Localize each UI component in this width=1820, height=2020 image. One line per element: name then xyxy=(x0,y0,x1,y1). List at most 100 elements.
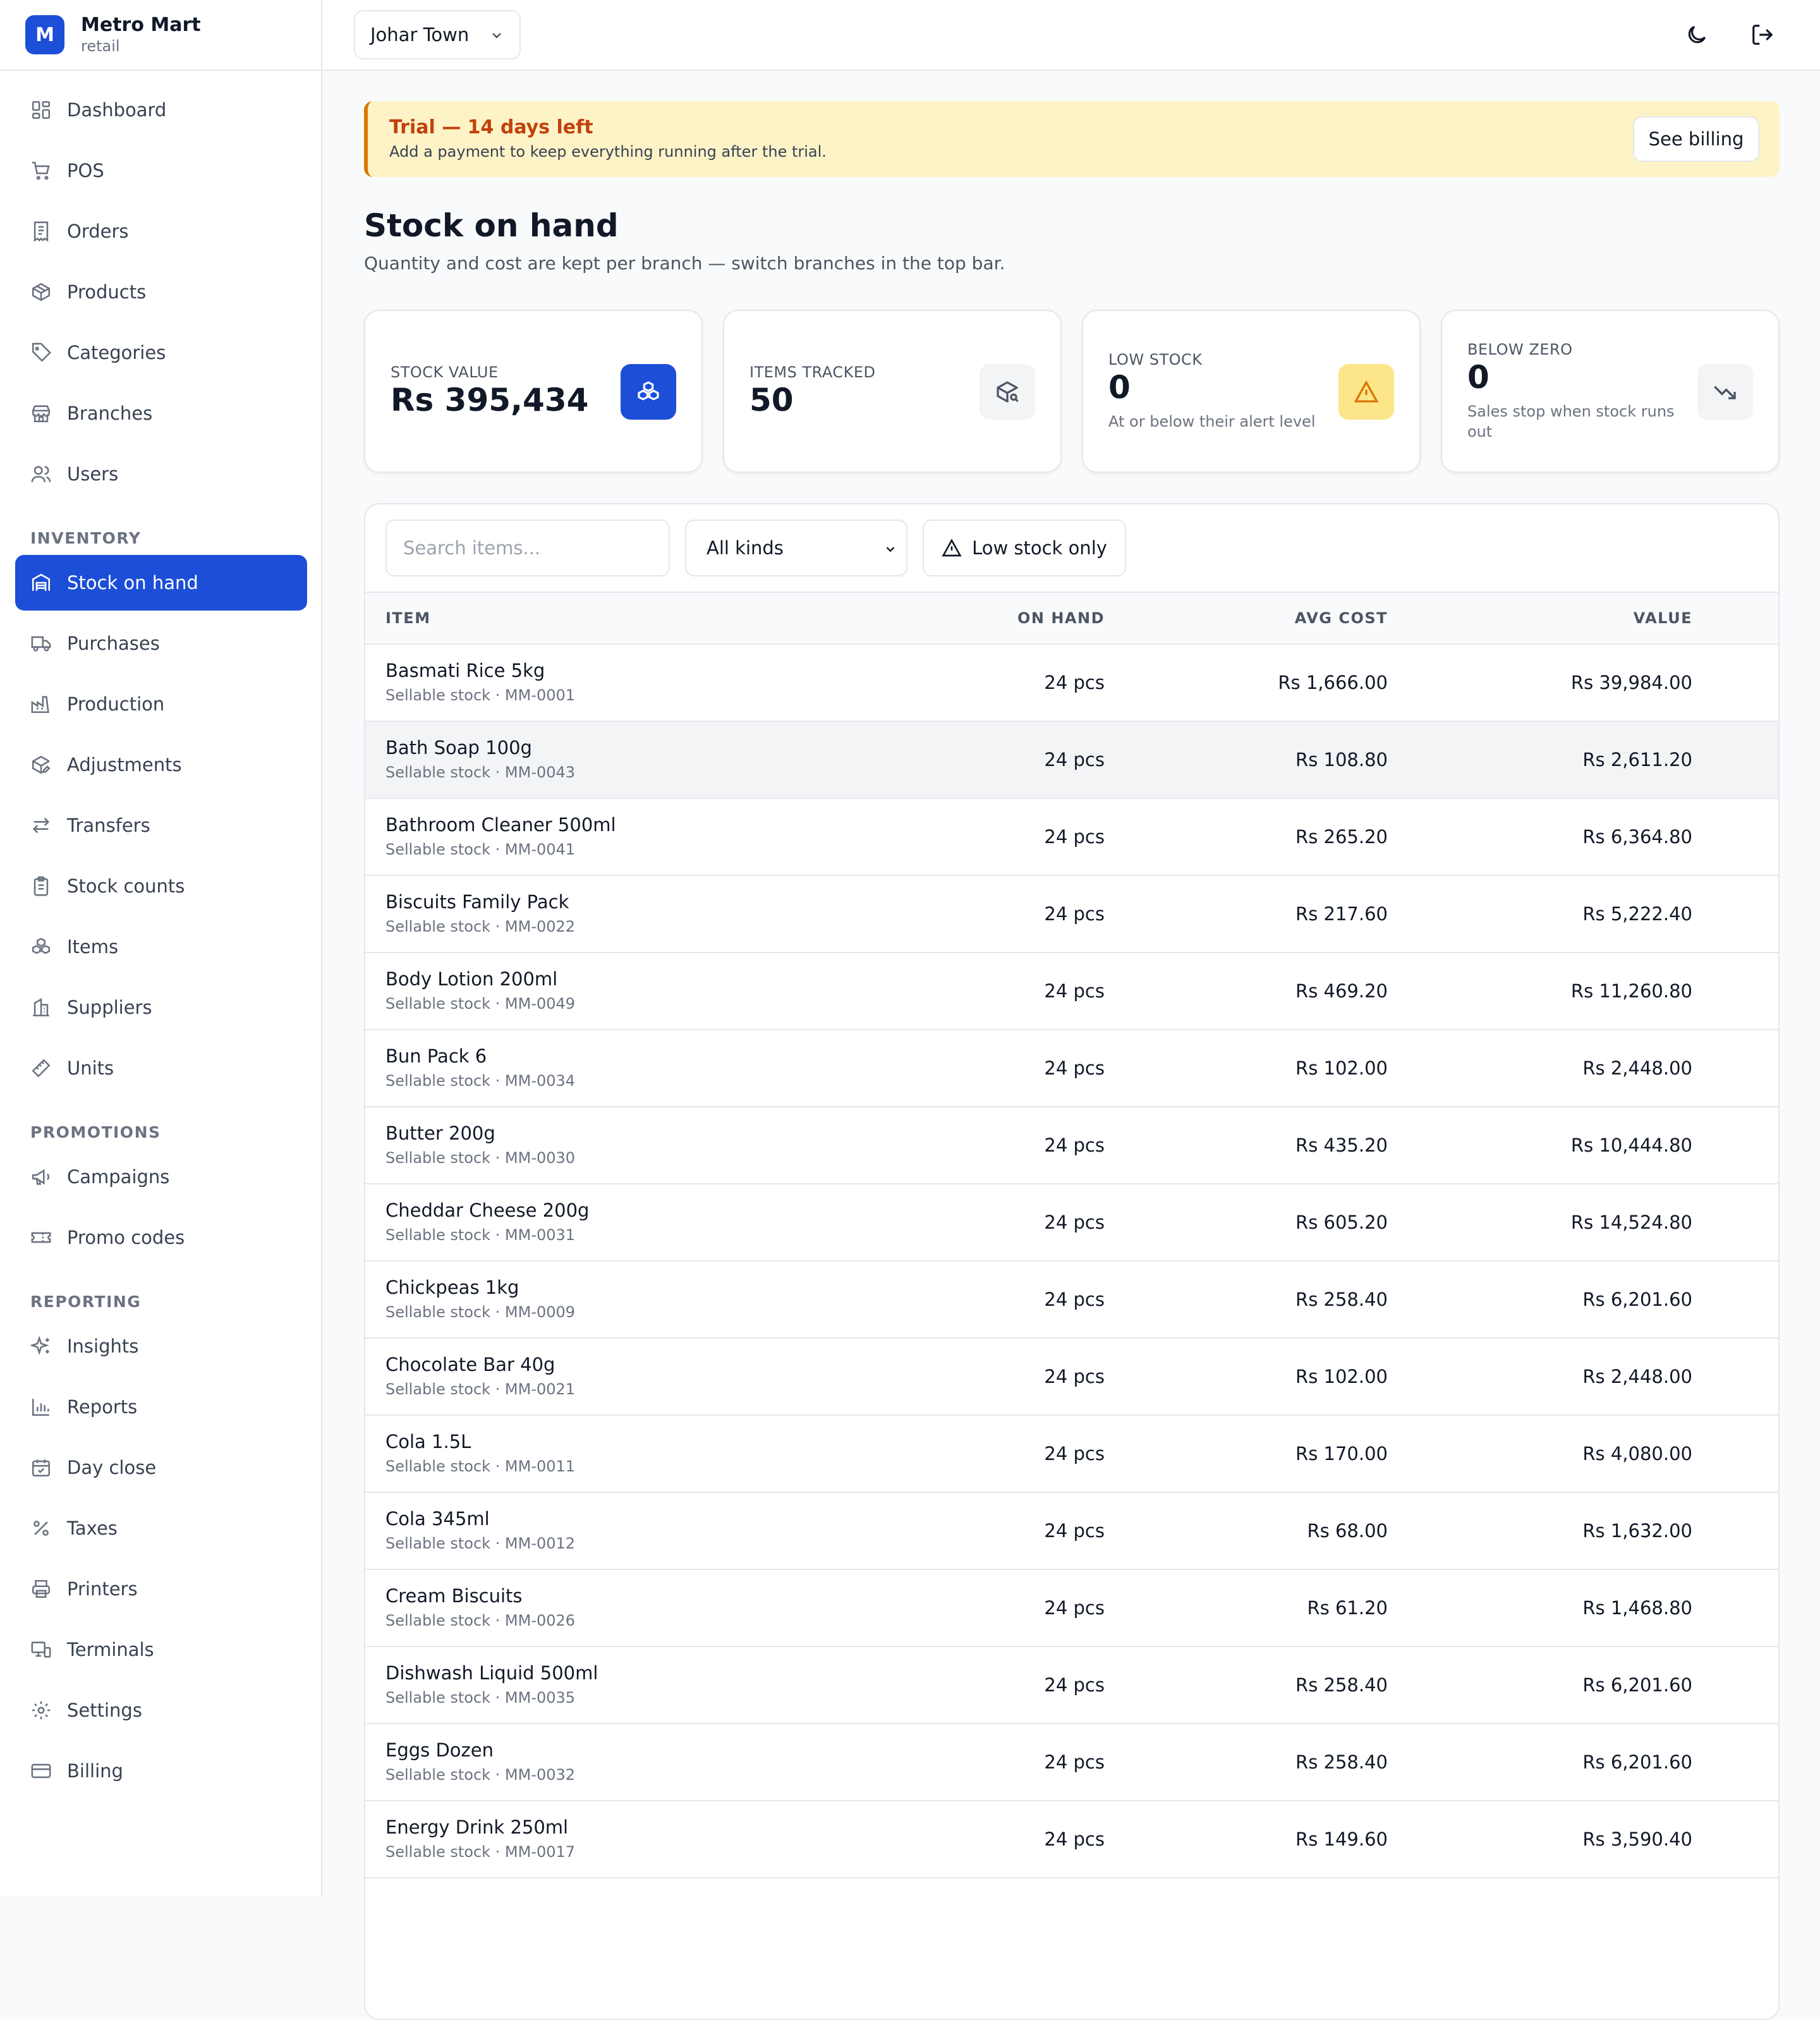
table-row[interactable]: Cream Biscuits Sellable stock · MM-0026 … xyxy=(365,1570,1778,1647)
stock-value: Rs 1,632.00 xyxy=(1582,1520,1692,1542)
item-meta: Sellable stock · MM-0001 xyxy=(385,686,576,704)
brand-name: Metro Mart xyxy=(81,14,201,36)
sidebar-item-label: Production xyxy=(67,693,165,715)
stock-value: Rs 10,444.80 xyxy=(1570,1135,1692,1156)
sidebar-item-branches[interactable]: Branches xyxy=(15,386,307,441)
kind-select-value: All kinds xyxy=(707,537,784,559)
sidebar-item-billing[interactable]: Billing xyxy=(15,1743,307,1799)
table-header: ITEM ON HAND AVG COST VALUE xyxy=(365,592,1778,645)
ticket-icon xyxy=(31,1232,51,1243)
search-input[interactable] xyxy=(385,520,670,576)
sidebar-item-terminals[interactable]: Terminals xyxy=(15,1622,307,1677)
sidebar-item-orders[interactable]: Orders xyxy=(15,204,307,259)
sidebar-item-label: Reports xyxy=(67,1396,138,1418)
table-row[interactable]: Bathroom Cleaner 500ml Sellable stock · … xyxy=(365,799,1778,876)
table-row[interactable]: Dishwash Liquid 500ml Sellable stock · M… xyxy=(365,1647,1778,1724)
branch-select[interactable]: Johar Town xyxy=(354,10,521,59)
brand[interactable]: M Metro Mart retail xyxy=(0,0,321,71)
column-header-on-hand[interactable]: ON HAND xyxy=(1017,593,1105,643)
on-hand-value: 24 pcs xyxy=(1044,1212,1105,1233)
item-name: Biscuits Family Pack xyxy=(385,891,569,913)
sidebar-item-adjustments[interactable]: Adjustments xyxy=(15,737,307,793)
megaphone-icon xyxy=(32,1169,50,1185)
column-header-value[interactable]: VALUE xyxy=(1634,593,1692,643)
sidebar-item-suppliers[interactable]: Suppliers xyxy=(15,980,307,1035)
table-row[interactable]: Butter 200g Sellable stock · MM-0030 24 … xyxy=(365,1107,1778,1184)
item-meta: Sellable stock · MM-0021 xyxy=(385,1380,576,1398)
warning-icon xyxy=(942,538,962,557)
sidebar-item-label: Units xyxy=(67,1057,114,1079)
table-row[interactable]: Bath Soap 100g Sellable stock · MM-0043 … xyxy=(365,722,1778,799)
sidebar-item-dashboard[interactable]: Dashboard xyxy=(15,82,307,138)
card-label: ITEMS TRACKED xyxy=(749,363,876,381)
sidebar-item-stock-counts[interactable]: Stock counts xyxy=(15,858,307,914)
low-stock-only-button[interactable]: Low stock only xyxy=(923,520,1126,576)
item-name: Energy Drink 250ml xyxy=(385,1816,569,1838)
item-meta: Sellable stock · MM-0009 xyxy=(385,1303,576,1321)
truck-icon xyxy=(31,636,51,652)
kind-select[interactable]: All kinds xyxy=(685,520,907,576)
table-row[interactable]: Cola 1.5L Sellable stock · MM-0011 24 pc… xyxy=(365,1416,1778,1493)
card-stock-value: STOCK VALUE Rs 395,434 xyxy=(364,310,703,473)
sidebar-item-label: Suppliers xyxy=(67,997,152,1018)
sidebar-item-categories[interactable]: Categories xyxy=(15,325,307,380)
logout-icon[interactable] xyxy=(1750,23,1774,47)
percent-icon xyxy=(33,1521,49,1536)
sidebar-item-label: Settings xyxy=(67,1700,142,1721)
sidebar-nav: Dashboard POS Orders Products Categories… xyxy=(15,82,307,1804)
warning-icon xyxy=(1338,364,1394,420)
sidebar-item-promo-codes[interactable]: Promo codes xyxy=(15,1210,307,1265)
column-header-avg-cost[interactable]: AVG COST xyxy=(1295,593,1388,643)
on-hand-value: 24 pcs xyxy=(1044,1751,1105,1773)
stock-value: Rs 6,364.80 xyxy=(1582,826,1692,848)
sidebar-item-campaigns[interactable]: Campaigns xyxy=(15,1149,307,1205)
item-name: Cola 345ml xyxy=(385,1508,490,1530)
sidebar-item-purchases[interactable]: Purchases xyxy=(15,616,307,671)
item-name: Body Lotion 200ml xyxy=(385,968,558,990)
sidebar-item-reports[interactable]: Reports xyxy=(15,1379,307,1435)
item-meta: Sellable stock · MM-0030 xyxy=(385,1149,576,1167)
table-row[interactable]: Cheddar Cheese 200g Sellable stock · MM-… xyxy=(365,1184,1778,1262)
item-meta: Sellable stock · MM-0031 xyxy=(385,1226,576,1244)
on-hand-value: 24 pcs xyxy=(1044,903,1105,925)
sidebar-item-users[interactable]: Users xyxy=(15,446,307,502)
card-note: Sales stop when stock runs out xyxy=(1467,403,1675,441)
sidebar-item-units[interactable]: Units xyxy=(15,1040,307,1096)
sidebar-item-stock-on-hand[interactable]: Stock on hand xyxy=(15,555,307,611)
sidebar-item-taxes[interactable]: Taxes xyxy=(15,1500,307,1556)
table-row[interactable]: Basmati Rice 5kg Sellable stock · MM-000… xyxy=(365,645,1778,722)
stock-value: Rs 1,468.80 xyxy=(1582,1597,1692,1619)
stock-value: Rs 14,524.80 xyxy=(1570,1212,1692,1233)
sidebar-item-items[interactable]: Items xyxy=(15,919,307,975)
moon-icon[interactable] xyxy=(1685,23,1709,47)
sidebar-item-printers[interactable]: Printers xyxy=(15,1561,307,1617)
table-row[interactable]: Body Lotion 200ml Sellable stock · MM-00… xyxy=(365,953,1778,1030)
table-row[interactable]: Eggs Dozen Sellable stock · MM-0032 24 p… xyxy=(365,1724,1778,1801)
summary-cards: STOCK VALUE Rs 395,434 ITEMS TRACKED 50 … xyxy=(364,310,1780,473)
table-row[interactable]: Chocolate Bar 40g Sellable stock · MM-00… xyxy=(365,1339,1778,1416)
sidebar-item-products[interactable]: Products xyxy=(15,264,307,320)
table-row[interactable]: Energy Drink 250ml Sellable stock · MM-0… xyxy=(365,1801,1778,1878)
sidebar-item-settings[interactable]: Settings xyxy=(15,1682,307,1738)
table-row[interactable]: Cola 345ml Sellable stock · MM-0012 24 p… xyxy=(365,1493,1778,1570)
sidebar-item-day-close[interactable]: Day close xyxy=(15,1440,307,1495)
table-row[interactable]: Biscuits Family Pack Sellable stock · MM… xyxy=(365,876,1778,953)
tag-icon xyxy=(32,343,51,362)
table-row[interactable]: Chickpeas 1kg Sellable stock · MM-0009 2… xyxy=(365,1262,1778,1339)
boxes-icon xyxy=(621,364,676,420)
sidebar-item-insights[interactable]: Insights xyxy=(15,1318,307,1374)
sidebar-item-production[interactable]: Production xyxy=(15,676,307,732)
sidebar-item-label: Promo codes xyxy=(67,1227,185,1248)
avg-cost-value: Rs 68.00 xyxy=(1307,1520,1388,1542)
table-row[interactable]: Bun Pack 6 Sellable stock · MM-0034 24 p… xyxy=(365,1030,1778,1107)
item-meta: Sellable stock · MM-0032 xyxy=(385,1766,576,1784)
see-billing-button[interactable]: See billing xyxy=(1633,116,1759,162)
clipboard-icon xyxy=(33,876,49,896)
sidebar-item-label: Printers xyxy=(67,1578,138,1600)
sidebar-item-pos[interactable]: POS xyxy=(15,143,307,198)
card-note: At or below their alert level xyxy=(1108,413,1316,430)
column-header-item[interactable]: ITEM xyxy=(385,593,431,643)
stock-value: Rs 4,080.00 xyxy=(1582,1443,1692,1464)
sidebar-item-label: POS xyxy=(67,160,104,181)
sidebar-item-transfers[interactable]: Transfers xyxy=(15,798,307,853)
